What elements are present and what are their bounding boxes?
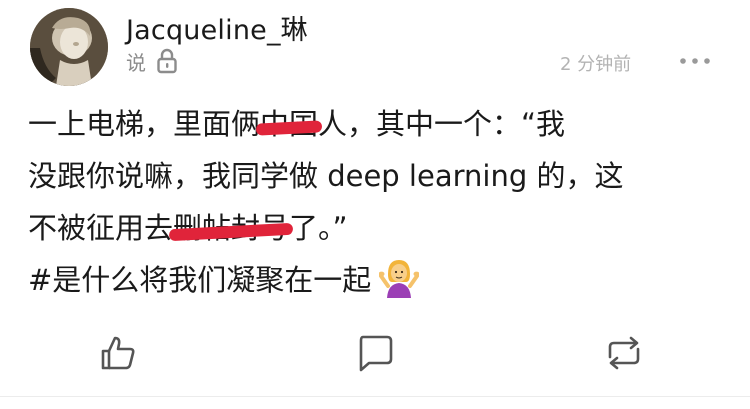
content-text: 不被征用去 bbox=[28, 211, 174, 245]
content-line-2: 没跟你说嘛，我同学做 deep learning 的，这 bbox=[28, 159, 624, 193]
post-timestamp: 2 分钟前 bbox=[560, 54, 632, 75]
content-text: 人，其中一个：“我 bbox=[318, 107, 566, 141]
social-post: Jacqueline_琳 说 2 分钟前 一上电梯，里面俩中国人，其中一个：“我… bbox=[0, 0, 750, 409]
repost-arrows-icon bbox=[608, 336, 640, 370]
visibility-row: 说 bbox=[126, 46, 178, 76]
avatar[interactable] bbox=[30, 8, 108, 86]
content-text: 一上电梯，里面俩 bbox=[28, 107, 261, 141]
like-button[interactable] bbox=[98, 333, 138, 373]
post-content: 一上电梯，里面俩中国人，其中一个：“我 没跟你说嘛，我同学做 deep lear… bbox=[28, 98, 718, 306]
comment-bubble-icon bbox=[359, 335, 393, 372]
more-dots-icon[interactable] bbox=[678, 52, 712, 70]
content-text: 了。” bbox=[289, 211, 348, 245]
content-line-4: #是什么将我们凝聚在一起 bbox=[28, 254, 718, 306]
comment-button[interactable] bbox=[355, 333, 395, 373]
hashtag-text[interactable]: #是什么将我们凝聚在一起 bbox=[28, 263, 371, 297]
redacted-text: 删帖封号 bbox=[168, 211, 294, 245]
content-line-1: 一上电梯，里面俩中国人，其中一个：“我 bbox=[28, 98, 718, 150]
redacted-text: 中国 bbox=[255, 107, 323, 141]
username[interactable]: Jacqueline_琳 bbox=[126, 8, 308, 47]
person-shrugging-emoji bbox=[378, 258, 420, 298]
bottom-divider bbox=[0, 396, 750, 397]
content-line-3: 不被征用去删帖封号了。” bbox=[28, 202, 718, 254]
repost-button[interactable] bbox=[604, 333, 644, 373]
thumbs-up-icon bbox=[101, 336, 135, 370]
avatar-statue-image bbox=[30, 8, 108, 86]
lock-icon bbox=[156, 48, 178, 74]
visibility-label: 说 bbox=[126, 50, 146, 75]
post-actions bbox=[0, 333, 750, 375]
